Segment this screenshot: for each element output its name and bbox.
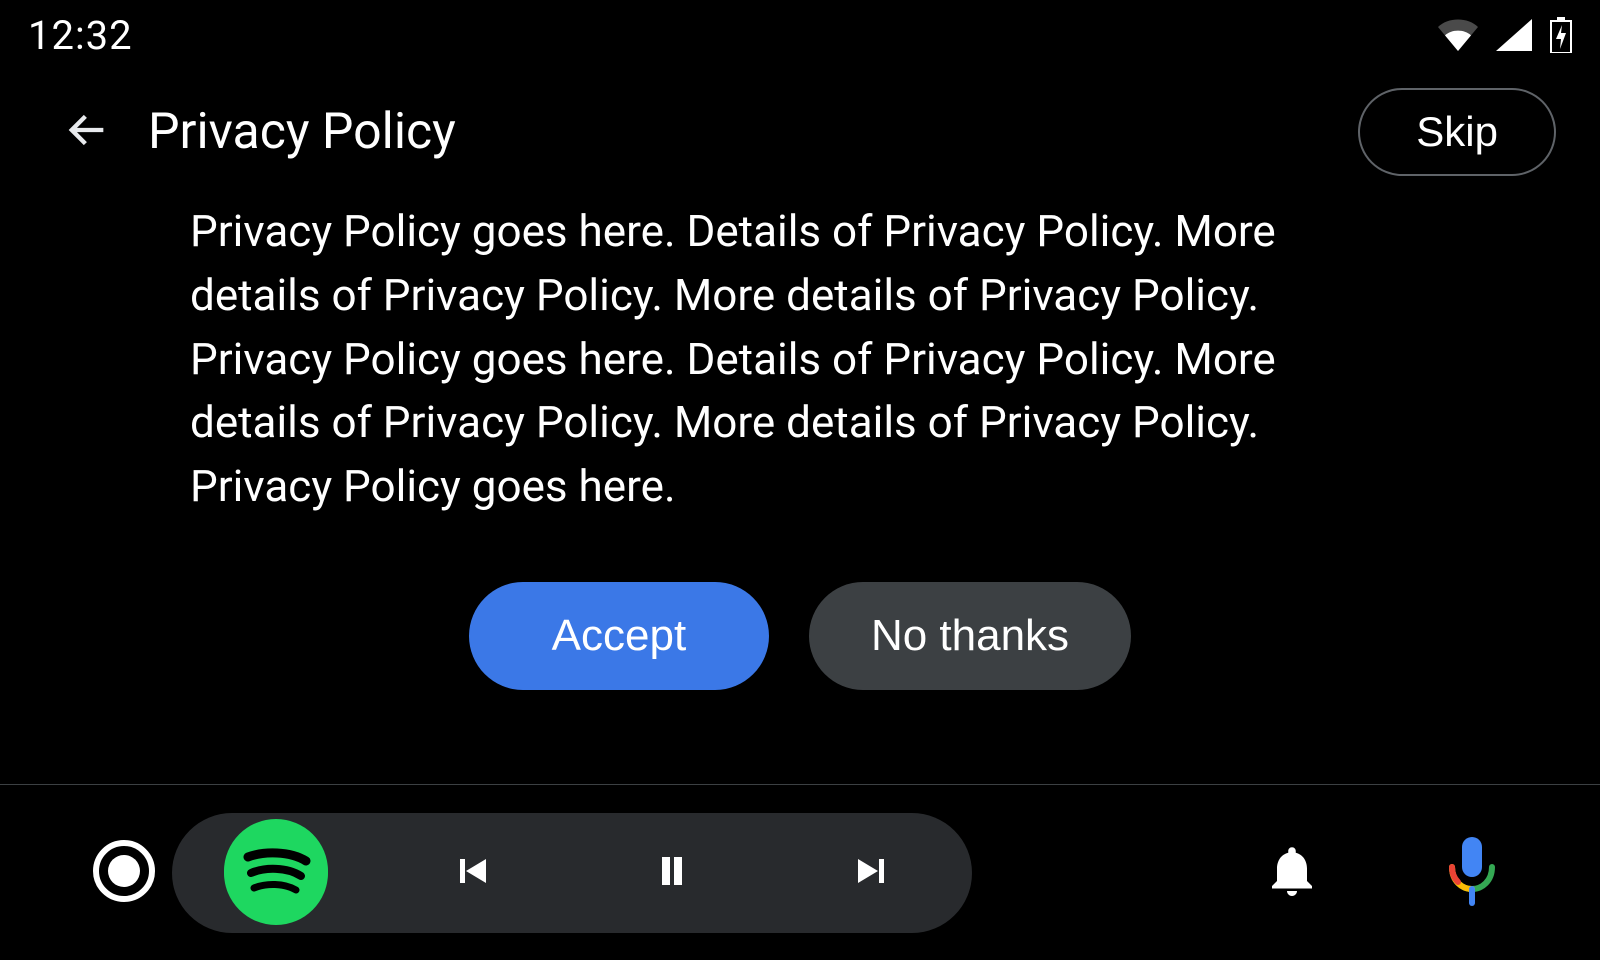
decline-label: No thanks xyxy=(871,611,1069,661)
next-button[interactable] xyxy=(832,833,912,913)
accept-label: Accept xyxy=(552,611,687,661)
back-button[interactable] xyxy=(56,102,116,162)
home-button[interactable] xyxy=(88,837,160,909)
notifications-button[interactable] xyxy=(1252,833,1332,913)
home-circle-icon xyxy=(92,839,156,907)
decline-button[interactable]: No thanks xyxy=(809,582,1131,690)
skip-next-icon xyxy=(848,847,896,899)
arrow-left-icon xyxy=(60,104,112,160)
pause-button[interactable] xyxy=(632,833,712,913)
status-bar: 12:32 xyxy=(0,0,1600,70)
screen: 12:32 xyxy=(0,0,1600,960)
status-time: 12:32 xyxy=(28,12,133,59)
pause-icon xyxy=(648,847,696,899)
policy-text: Privacy Policy goes here. Details of Pri… xyxy=(190,200,1400,519)
bell-icon xyxy=(1262,841,1322,905)
action-row: Accept No thanks xyxy=(0,582,1600,690)
page-title: Privacy Policy xyxy=(148,103,456,161)
media-cluster xyxy=(224,813,972,933)
content-body: Privacy Policy goes here. Details of Pri… xyxy=(190,200,1400,519)
header: Privacy Policy Skip xyxy=(0,82,1600,182)
status-icons xyxy=(1438,17,1572,53)
skip-previous-icon xyxy=(448,847,496,899)
spotify-app-icon[interactable] xyxy=(224,821,328,925)
google-mic-icon xyxy=(1444,835,1500,911)
wifi-icon xyxy=(1438,19,1478,51)
accept-button[interactable]: Accept xyxy=(469,582,769,690)
spotify-icon xyxy=(224,819,328,927)
voice-assistant-button[interactable] xyxy=(1432,833,1512,913)
battery-charging-icon xyxy=(1550,17,1572,53)
previous-button[interactable] xyxy=(432,833,512,913)
bottom-bar xyxy=(0,785,1600,960)
right-cluster xyxy=(1252,833,1512,913)
skip-label: Skip xyxy=(1416,108,1498,156)
skip-button[interactable]: Skip xyxy=(1358,88,1556,176)
cellular-icon xyxy=(1496,19,1532,51)
